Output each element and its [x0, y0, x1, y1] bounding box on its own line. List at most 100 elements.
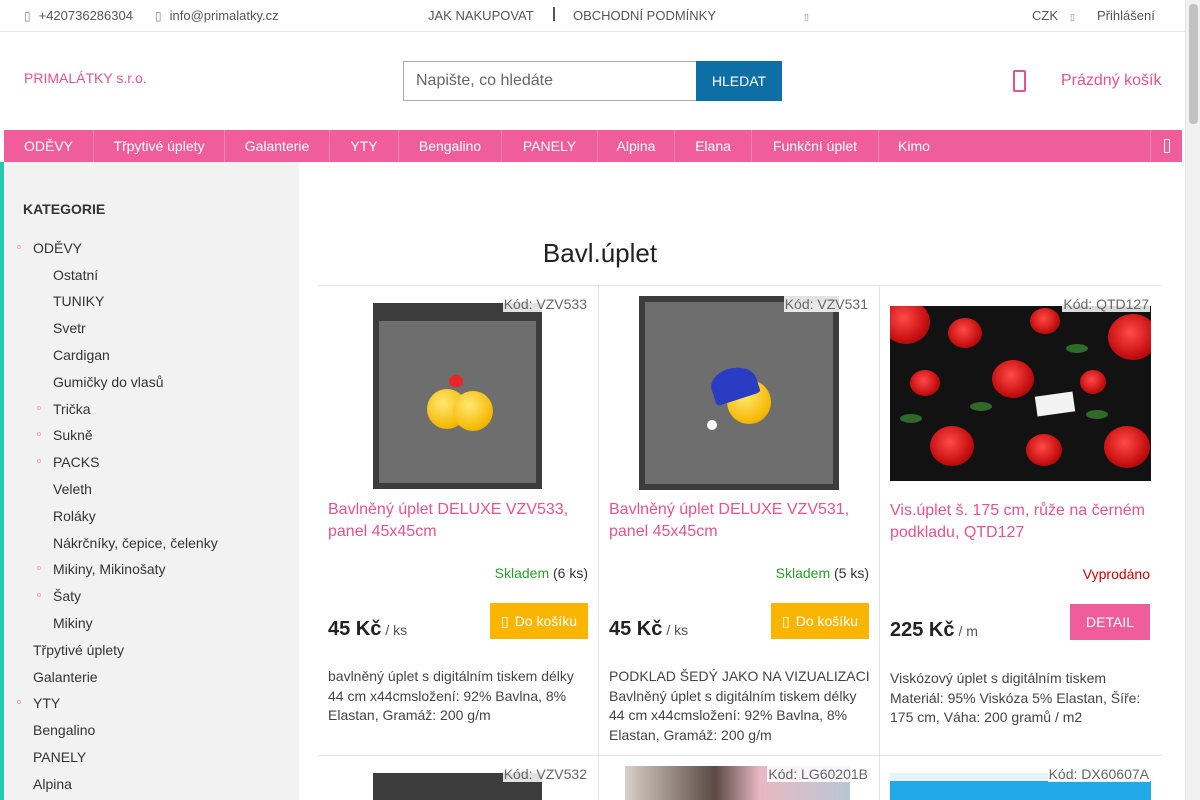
product-price: 225 Kč / m: [890, 619, 978, 642]
stock-count: (6 ks): [553, 565, 588, 581]
product-description: Viskózový úplet s digitálním tiskem Mate…: [890, 670, 1141, 725]
sidebar-item-rolaky[interactable]: Roláky: [53, 508, 96, 524]
page-title: Bavl.úplet: [542, 238, 658, 268]
cart-link[interactable]: Prázdný košík: [1061, 72, 1161, 90]
stock-label: Skladem: [775, 565, 831, 581]
stock-status: Skladem (6 ks): [495, 565, 588, 581]
search-input[interactable]: [403, 61, 697, 101]
product-description: bavlněný úplet s digitálním tiskem délky…: [328, 668, 574, 723]
price-value: 225 Kč: [890, 619, 955, 641]
search-form: HLEDAT: [403, 61, 782, 101]
dropdown-icon[interactable]: ▯: [804, 12, 809, 23]
sidebar-item-tuniky[interactable]: TUNIKY: [53, 293, 104, 309]
sidebar-item-galanterie[interactable]: Galanterie: [33, 669, 98, 685]
divider: [553, 7, 555, 21]
bullet-icon: [37, 406, 41, 410]
how-to-buy-link[interactable]: JAK NAKUPOVAT: [428, 8, 534, 23]
email-link[interactable]: ▯ info@primalatky.cz: [155, 8, 279, 23]
nav-item-odevy[interactable]: ODĚVY: [4, 130, 94, 162]
sidebar-item-sukne[interactable]: Sukně: [53, 427, 93, 443]
product-card: Kód: QTD127 Vis.úplet š. 175 cm, růže na…: [880, 285, 1160, 755]
product-card: Kód: VZV532: [318, 755, 598, 800]
product-card: Kód: LG60201B: [599, 755, 879, 800]
product-code: Kód: LG60201B: [767, 766, 869, 782]
nav-item-alpina[interactable]: Alpina: [598, 130, 675, 162]
sidebar-item-trpytive-uplety[interactable]: Třpytivé úplety: [33, 642, 124, 658]
emoji-face-image: [453, 391, 493, 431]
product-name[interactable]: Bavlněný úplet DELUXE VZV531, panel 45x4…: [609, 499, 871, 543]
currency-select[interactable]: CZK: [1032, 8, 1058, 23]
bullet-icon: [37, 566, 41, 570]
stock-label: Skladem: [494, 565, 550, 581]
price-unit: / ks: [385, 622, 408, 638]
currency-dropdown-icon[interactable]: ▯: [1070, 12, 1075, 23]
sidebar-item-saty[interactable]: Šaty: [53, 588, 81, 604]
sidebar-item-gumicky[interactable]: Gumičky do vlasů: [53, 374, 163, 390]
product-name[interactable]: Vis.úplet š. 175 cm, růže na černém podk…: [890, 500, 1152, 544]
product-code: Kód: QTD127: [1062, 296, 1150, 312]
sidebar-item-yty[interactable]: YTY: [33, 695, 60, 711]
sidebar-item-nakrcniky[interactable]: Nákrčníky, čepice, čelenky: [53, 535, 218, 551]
menu-icon[interactable]: [1150, 130, 1182, 162]
product-code: Kód: VZV533: [502, 296, 588, 312]
bullet-icon: [37, 593, 41, 597]
sidebar-item-bengalino[interactable]: Bengalino: [33, 722, 95, 738]
sidebar-item-svetr[interactable]: Svetr: [53, 320, 86, 336]
product-code: Kód: VZV532: [502, 766, 588, 782]
phone-link[interactable]: ▯ +420736286304: [24, 8, 133, 23]
product-price: 45 Kč / ks: [328, 618, 407, 641]
product-code: Kód: DX60607A: [1047, 766, 1150, 782]
email-icon: ▯: [155, 9, 162, 23]
sidebar-item-ostatni[interactable]: Ostatní: [53, 267, 98, 283]
login-link[interactable]: Přihlášení: [1097, 8, 1155, 23]
cart-icon[interactable]: [1013, 70, 1026, 92]
nav-item-panely[interactable]: PANELY: [502, 130, 598, 162]
product-image[interactable]: [373, 303, 542, 489]
fabric-tag: [1034, 391, 1076, 417]
sidebar-item-mikiny-mikinosaty[interactable]: Mikiny, Mikinošaty: [53, 561, 166, 577]
nav-item-elana[interactable]: Elana: [675, 130, 752, 162]
price-unit: / m: [958, 623, 978, 639]
add-to-cart-label: Do košíku: [795, 613, 858, 629]
search-button[interactable]: HLEDAT: [696, 61, 782, 101]
terms-link[interactable]: OBCHODNÍ PODMÍNKY: [573, 8, 716, 23]
add-to-cart-label: Do košíku: [514, 613, 577, 629]
stock-status: Skladem (5 ks): [776, 565, 869, 581]
product-description: PODKLAD ŠEDÝ JAKO NA VIZUALIZACI Bavlněn…: [609, 668, 870, 743]
sidebar-item-alpina[interactable]: Alpina: [33, 776, 72, 792]
nav-item-funkcni-uplet[interactable]: Funkční úplet: [752, 130, 879, 162]
detail-button[interactable]: DETAIL: [1070, 604, 1150, 640]
site-logo[interactable]: PRIMALÁTKY s.r.o.: [24, 70, 147, 86]
product-card: Kód: VZV533 Bavlněný úplet DELUXE VZV533…: [318, 285, 598, 755]
bullet-icon: [37, 432, 41, 436]
nav-item-bengalino[interactable]: Bengalino: [399, 130, 502, 162]
product-image[interactable]: [890, 306, 1151, 481]
nav-item-trpytive-uplety[interactable]: Třpytivé úplety: [94, 130, 225, 162]
sidebar-item-panely[interactable]: PANELY: [33, 749, 86, 765]
page-scrollbar[interactable]: [1185, 0, 1200, 800]
phone-icon: ▯: [24, 9, 31, 23]
sidebar-item-veleth[interactable]: Veleth: [53, 481, 92, 497]
sidebar-item-mikiny[interactable]: Mikiny: [53, 615, 93, 631]
heart-icon: [449, 375, 463, 387]
product-price: 45 Kč / ks: [609, 618, 688, 641]
sidebar-item-tricka[interactable]: Trička: [53, 401, 91, 417]
price-unit: / ks: [666, 622, 689, 638]
sidebar-item-odevy[interactable]: ODĚVY: [33, 240, 82, 256]
nav-item-yty[interactable]: YTY: [330, 130, 399, 162]
cap-pompom: [707, 420, 717, 430]
product-code: Kód: VZV531: [783, 296, 869, 312]
sidebar-title: KATEGORIE: [23, 201, 106, 217]
nav-item-galanterie[interactable]: Galanterie: [225, 130, 330, 162]
scrollbar-thumb[interactable]: [1189, 4, 1198, 124]
main-nav: ODĚVY Třpytivé úplety Galanterie YTY Ben…: [4, 130, 1182, 162]
add-to-cart-button[interactable]: ▯ Do košíku: [771, 603, 869, 639]
product-card: Kód: DX60607A: [880, 755, 1160, 800]
nav-item-kimo[interactable]: Kimo: [879, 130, 949, 162]
sidebar-item-cardigan[interactable]: Cardigan: [53, 347, 110, 363]
sidebar-item-packs[interactable]: PACKS: [53, 454, 99, 470]
product-image[interactable]: [639, 296, 839, 490]
price-value: 45 Kč: [328, 618, 382, 640]
add-to-cart-button[interactable]: ▯ Do košíku: [490, 603, 588, 639]
product-name[interactable]: Bavlněný úplet DELUXE VZV533, panel 45x4…: [328, 499, 590, 543]
